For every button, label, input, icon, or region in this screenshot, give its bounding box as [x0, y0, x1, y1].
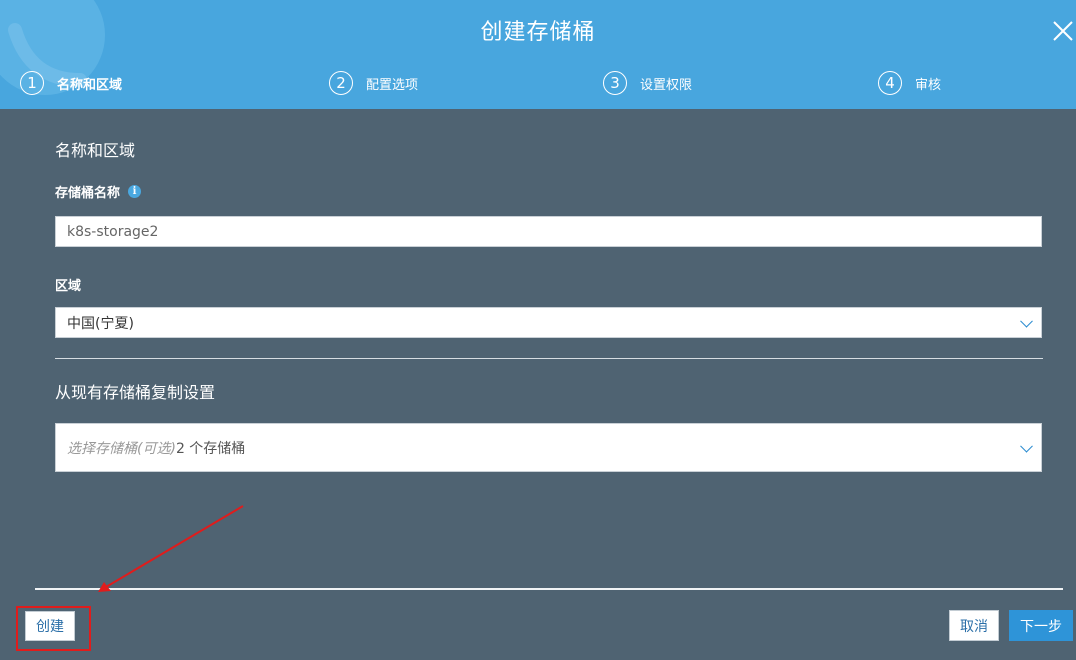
cancel-button[interactable]: 取消 [949, 610, 999, 641]
step-label: 设置权限 [640, 77, 693, 93]
section-title: 名称和区域 [55, 141, 136, 160]
step-3-set-permissions[interactable]: 3 设置权限 [603, 70, 692, 96]
copy-bucket-placeholder: 选择存储桶(可选) [67, 440, 176, 457]
info-icon[interactable]: i [128, 185, 142, 198]
divider [55, 358, 1043, 359]
modal-title: 创建存储桶 [480, 20, 596, 45]
region-label: 区域 [55, 279, 82, 294]
step-1-name-and-region[interactable]: 1 名称和区域 [20, 70, 122, 96]
next-button[interactable]: 下一步 [1009, 610, 1073, 641]
copy-settings-title: 从现有存储桶复制设置 [55, 383, 216, 402]
step-label: 审核 [915, 77, 942, 93]
step-number: 1 [20, 71, 44, 95]
step-2-configure-options[interactable]: 2 配置选项 [329, 70, 418, 96]
footer-divider [35, 588, 1063, 590]
step-number: 4 [878, 71, 902, 95]
copy-bucket-select[interactable]: 选择存储桶(可选) 2 个存储桶 [55, 423, 1042, 472]
close-icon[interactable] [1050, 18, 1076, 44]
chevron-down-icon [1020, 439, 1033, 453]
step-number: 2 [329, 71, 353, 95]
step-label: 配置选项 [366, 77, 419, 93]
step-number: 3 [603, 71, 627, 95]
chevron-down-icon [1020, 314, 1033, 328]
step-4-review[interactable]: 4 审核 [878, 70, 941, 96]
modal-header: 创建存储桶 1 名称和区域 2 配置选项 3 设置权限 4 审核 [0, 0, 1076, 109]
bucket-name-label-text: 存储桶名称 [55, 186, 121, 201]
bucket-name-label: 存储桶名称 i [55, 182, 142, 201]
bucket-name-input-wrapper [55, 216, 1042, 247]
bucket-count: 2 个存储桶 [175, 440, 246, 457]
bucket-name-input[interactable] [67, 223, 944, 240]
annotation-highlight-box [16, 606, 91, 651]
region-select-value: 中国(宁夏) [67, 315, 134, 332]
region-select[interactable]: 中国(宁夏) [55, 307, 1042, 338]
step-label: 名称和区域 [57, 77, 123, 93]
